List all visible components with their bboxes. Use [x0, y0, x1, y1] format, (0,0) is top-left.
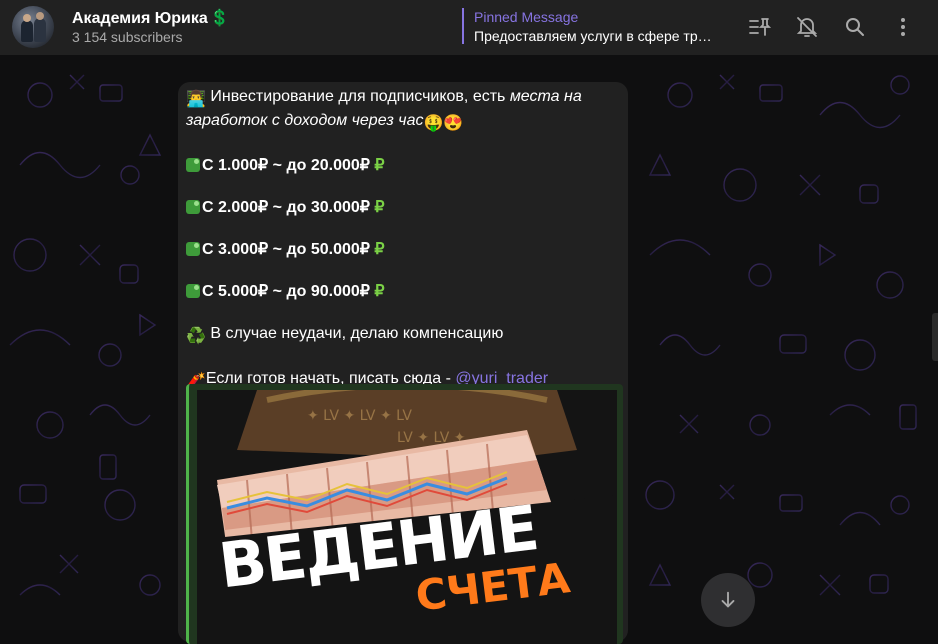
mute-button[interactable]: [794, 14, 820, 40]
preview-image[interactable]: ✦ LV ✦ LV ✦ LV LV ✦ LV ✦ ВЕДЕНИЕ СЧЕТА: [197, 390, 617, 644]
ruble-icon: ₽: [374, 241, 385, 258]
subscriber-count: 3 154 subscribers: [72, 29, 183, 45]
pinned-message[interactable]: Pinned Message Предоставляем услуги в сф…: [462, 8, 722, 44]
offer-line: С 3.000₽ ~ до 50.000₽ ₽: [186, 239, 611, 260]
pinned-list-button[interactable]: [746, 14, 772, 40]
more-button[interactable]: [890, 14, 916, 40]
search-icon: [846, 18, 864, 36]
offer-line: С 5.000₽ ~ до 90.000₽ ₽: [186, 281, 611, 302]
offer-line: С 2.000₽ ~ до 30.000₽ ₽: [186, 197, 611, 218]
intro-line: 👨‍💻 Инвестирование для подписчиков, есть…: [186, 86, 611, 134]
channel-avatar[interactable]: [12, 6, 54, 48]
money-square-icon: [186, 200, 200, 214]
channel-title[interactable]: Академия Юрика 💲: [72, 8, 230, 28]
offer-line: С 1.000₽ ~ до 20.000₽ ₽: [186, 155, 611, 176]
scroll-down-button[interactable]: [701, 573, 755, 627]
ruble-icon: ₽: [374, 199, 385, 216]
offer-text: С 2.000₽ ~ до 30.000₽: [202, 199, 370, 216]
side-panel-handle[interactable]: [932, 313, 938, 361]
ruble-icon: ₽: [374, 157, 385, 174]
compensation-line: ♻️ В случае неудачи, делаю компенсацию: [186, 323, 611, 347]
money-face-emoji: 🤑😍: [423, 115, 464, 132]
link-preview[interactable]: ✦ LV ✦ LV ✦ LV LV ✦ LV ✦ ВЕДЕНИЕ СЧЕТА: [186, 384, 623, 644]
technologist-emoji: 👨‍💻: [186, 91, 206, 108]
offer-text: С 1.000₽ ~ до 20.000₽: [202, 157, 370, 174]
pinned-label: Pinned Message: [474, 9, 579, 25]
money-square-icon: [186, 242, 200, 256]
money-square-icon: [186, 158, 200, 172]
offer-text: С 3.000₽ ~ до 50.000₽: [202, 241, 370, 258]
more-vertical-icon: [901, 18, 905, 36]
pinned-text: Предоставляем услуги в сфере тр…: [474, 28, 712, 44]
ruble-icon: ₽: [374, 283, 385, 300]
message-text: 👨‍💻 Инвестирование для подписчиков, есть…: [186, 86, 611, 392]
channel-name: Академия Юрика: [72, 10, 208, 27]
arrow-down-icon: [721, 591, 735, 608]
dollar-emoji: 💲: [209, 10, 230, 27]
recycle-icon: ♻️: [186, 328, 206, 345]
offer-text: С 5.000₽ ~ до 90.000₽: [202, 283, 370, 300]
bell-muted-icon: [796, 17, 818, 37]
compensation-text: В случае неудачи, делаю компенсацию: [205, 325, 504, 342]
intro-text: Инвестирование для подписчиков, есть: [205, 88, 510, 105]
search-button[interactable]: [842, 14, 868, 40]
pinned-list-icon: [749, 18, 771, 36]
chat-header: Академия Юрика 💲 3 154 subscribers Pinned…: [0, 0, 938, 55]
svg-text:✦ LV ✦ LV ✦ LV: ✦ LV ✦ LV ✦ LV: [307, 408, 412, 424]
money-square-icon: [186, 284, 200, 298]
